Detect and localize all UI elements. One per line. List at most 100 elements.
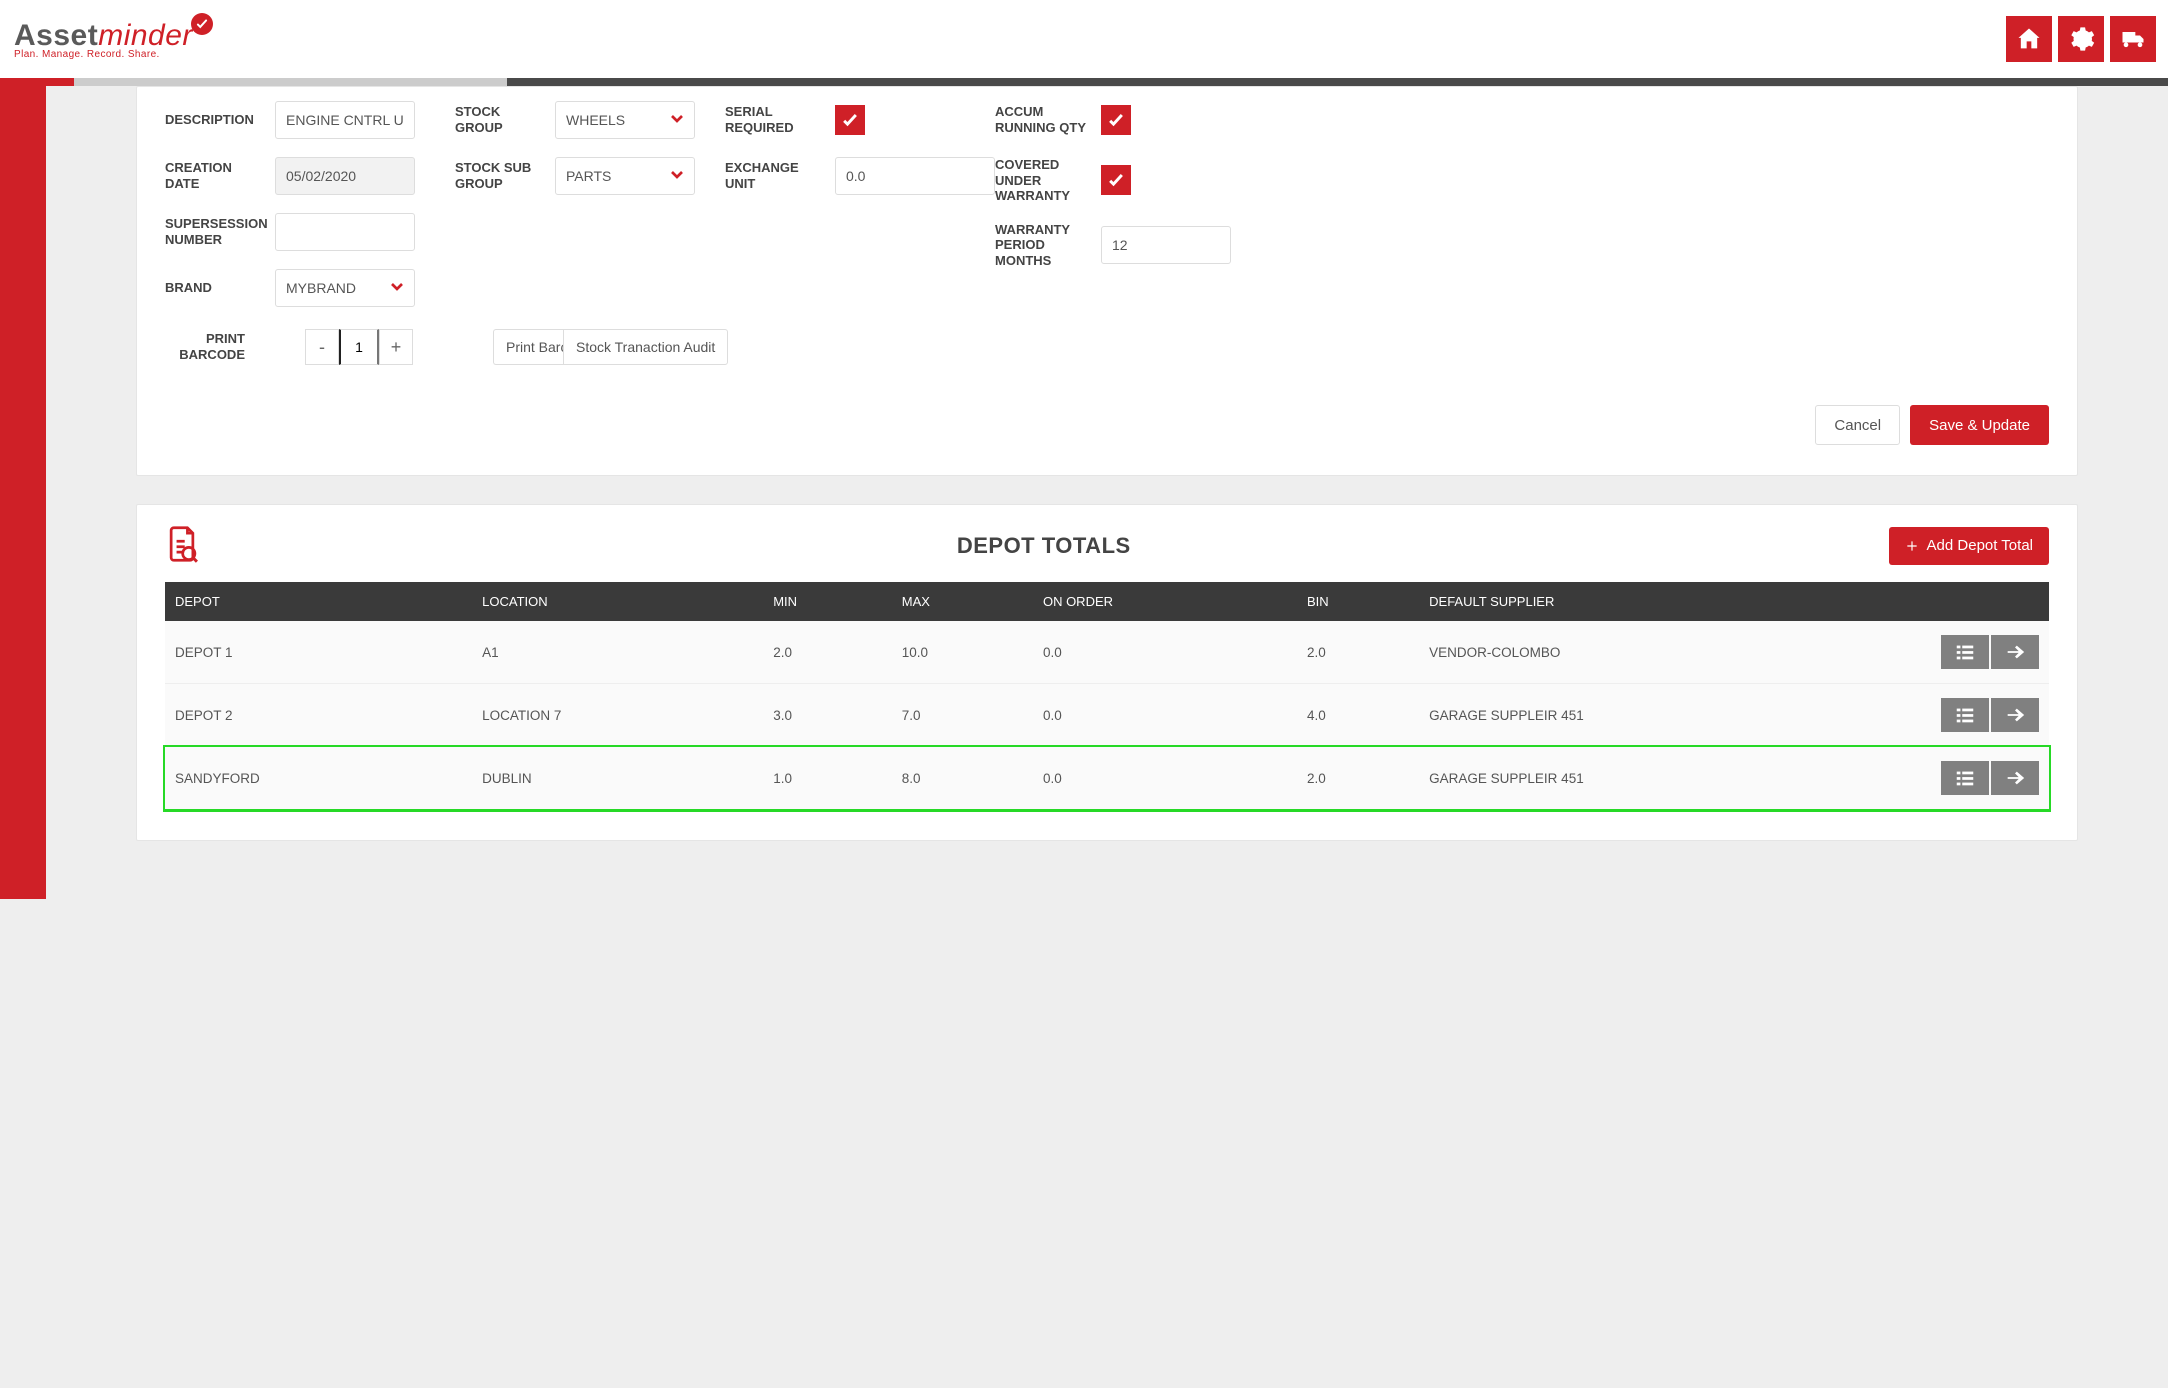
save-update-button[interactable]: Save & Update	[1910, 405, 2049, 445]
add-depot-total-button[interactable]: Add Depot Total	[1889, 527, 2049, 565]
field-exchange-unit: EXCHANGE UNIT	[725, 157, 995, 195]
col-min: MIN	[763, 582, 892, 621]
barcode-qty-stepper[interactable]: - +	[305, 329, 413, 365]
select-brand[interactable]	[275, 269, 415, 307]
field-supersession: SUPERSESSION NUMBER	[165, 213, 455, 251]
cell-max: 8.0	[892, 747, 1033, 810]
label-covered-warranty: COVERED UNDER WARRANTY	[995, 157, 1091, 204]
home-icon	[2015, 25, 2043, 53]
cell-location: A1	[472, 621, 763, 684]
cell-actions	[1931, 747, 2049, 810]
checkbox-covered-warranty[interactable]	[1101, 165, 1131, 195]
row-open-button[interactable]	[1991, 761, 2039, 795]
logo-part2: minder	[98, 19, 193, 53]
stepper-value[interactable]	[339, 329, 379, 365]
col-max: MAX	[892, 582, 1033, 621]
label-stock-sub-group: STOCK SUB GROUP	[455, 160, 545, 191]
cell-supplier: VENDOR-COLOMBO	[1419, 621, 1931, 684]
cell-location: LOCATION 7	[472, 684, 763, 747]
table-header-row: DEPOT LOCATION MIN MAX ON ORDER BIN DEFA…	[165, 582, 2049, 621]
label-stock-group: STOCK GROUP	[455, 104, 545, 135]
arrow-right-icon	[2004, 767, 2026, 789]
cancel-button[interactable]: Cancel	[1815, 405, 1900, 445]
cell-supplier: GARAGE SUPPLEIR 451	[1419, 684, 1931, 747]
cell-bin: 4.0	[1297, 684, 1419, 747]
field-covered-warranty: COVERED UNDER WARRANTY	[995, 157, 1255, 204]
arrow-right-icon	[2004, 704, 2026, 726]
input-supersession[interactable]	[275, 213, 415, 251]
input-description[interactable]	[275, 101, 415, 139]
cell-on_order: 0.0	[1033, 684, 1297, 747]
field-serial-required: SERIAL REQUIRED	[725, 101, 995, 139]
cell-bin: 2.0	[1297, 621, 1419, 684]
print-barcode-button[interactable]: Print Barc	[493, 329, 563, 365]
stepper-minus[interactable]: -	[305, 329, 339, 365]
arrow-right-icon	[2004, 641, 2026, 663]
stepper-plus[interactable]: +	[379, 329, 413, 365]
color-band	[0, 78, 2168, 86]
col-bin: BIN	[1297, 582, 1419, 621]
logo[interactable]: Assetminder Plan. Manage. Record. Share.	[14, 19, 215, 60]
cell-max: 7.0	[892, 684, 1033, 747]
logo-part1: Asset	[14, 19, 98, 53]
col-default-supplier: DEFAULT SUPPLIER	[1419, 582, 1931, 621]
topbar: Assetminder Plan. Manage. Record. Share.	[0, 0, 2168, 78]
select-stock-sub-group[interactable]	[555, 157, 695, 195]
cell-supplier: GARAGE SUPPLEIR 451	[1419, 747, 1931, 810]
select-stock-sub-group-value[interactable]	[555, 157, 695, 195]
stock-transaction-audit-button[interactable]: Stock Tranaction Audit	[563, 329, 728, 365]
col-location: LOCATION	[472, 582, 763, 621]
label-brand: BRAND	[165, 280, 265, 296]
logo-check-icon	[191, 13, 213, 35]
row-list-button[interactable]	[1941, 698, 1989, 732]
settings-button[interactable]	[2058, 16, 2104, 62]
input-exchange-unit[interactable]	[835, 157, 995, 195]
gear-icon	[2067, 25, 2095, 53]
select-brand-value[interactable]	[275, 269, 415, 307]
cell-actions	[1931, 621, 2049, 684]
list-icon	[1954, 767, 1976, 789]
row-open-button[interactable]	[1991, 635, 2039, 669]
cell-depot: SANDYFORD	[165, 747, 472, 810]
label-creation-date: CREATION DATE	[165, 160, 265, 191]
cell-min: 3.0	[763, 684, 892, 747]
cell-actions	[1931, 684, 2049, 747]
cell-on_order: 0.0	[1033, 621, 1297, 684]
home-button[interactable]	[2006, 16, 2052, 62]
topbar-actions	[2006, 16, 2156, 62]
row-list-button[interactable]	[1941, 761, 1989, 795]
label-exchange-unit: EXCHANGE UNIT	[725, 160, 825, 191]
col-actions	[1931, 582, 2049, 621]
truck-button[interactable]	[2110, 16, 2156, 62]
depot-totals-table: DEPOT LOCATION MIN MAX ON ORDER BIN DEFA…	[165, 582, 2049, 810]
select-stock-group-value[interactable]	[555, 101, 695, 139]
label-print-barcode: PRINT BARCODE	[165, 331, 245, 362]
check-icon	[1106, 110, 1126, 130]
depot-totals-panel: DEPOT TOTALS Add Depot Total DEPOT LOCAT…	[136, 504, 2078, 841]
truck-icon	[2119, 25, 2147, 53]
label-warranty-period: WARRANTY PERIOD MONTHS	[995, 222, 1091, 269]
row-open-button[interactable]	[1991, 698, 2039, 732]
report-icon	[165, 525, 199, 566]
table-row: DEPOT 1A12.010.00.02.0VENDOR-COLOMBO	[165, 621, 2049, 684]
cell-min: 1.0	[763, 747, 892, 810]
stock-form-panel: DESCRIPTION CREATION DATE SUPERSESSION N…	[136, 86, 2078, 476]
cell-max: 10.0	[892, 621, 1033, 684]
checkbox-serial-required[interactable]	[835, 105, 865, 135]
field-creation-date: CREATION DATE	[165, 157, 455, 195]
cell-depot: DEPOT 1	[165, 621, 472, 684]
table-row: DEPOT 2LOCATION 73.07.00.04.0GARAGE SUPP…	[165, 684, 2049, 747]
field-stock-sub-group: STOCK SUB GROUP	[455, 157, 725, 195]
input-warranty-period[interactable]	[1101, 226, 1231, 264]
label-accum-running: ACCUM RUNNING QTY	[995, 104, 1091, 135]
row-list-button[interactable]	[1941, 635, 1989, 669]
field-stock-group: STOCK GROUP	[455, 101, 725, 139]
checkbox-accum-running[interactable]	[1101, 105, 1131, 135]
plus-icon	[1905, 539, 1919, 553]
check-icon	[1106, 170, 1126, 190]
col-depot: DEPOT	[165, 582, 472, 621]
select-stock-group[interactable]	[555, 101, 695, 139]
check-icon	[840, 110, 860, 130]
cell-location: DUBLIN	[472, 747, 763, 810]
label-serial-required: SERIAL REQUIRED	[725, 104, 825, 135]
